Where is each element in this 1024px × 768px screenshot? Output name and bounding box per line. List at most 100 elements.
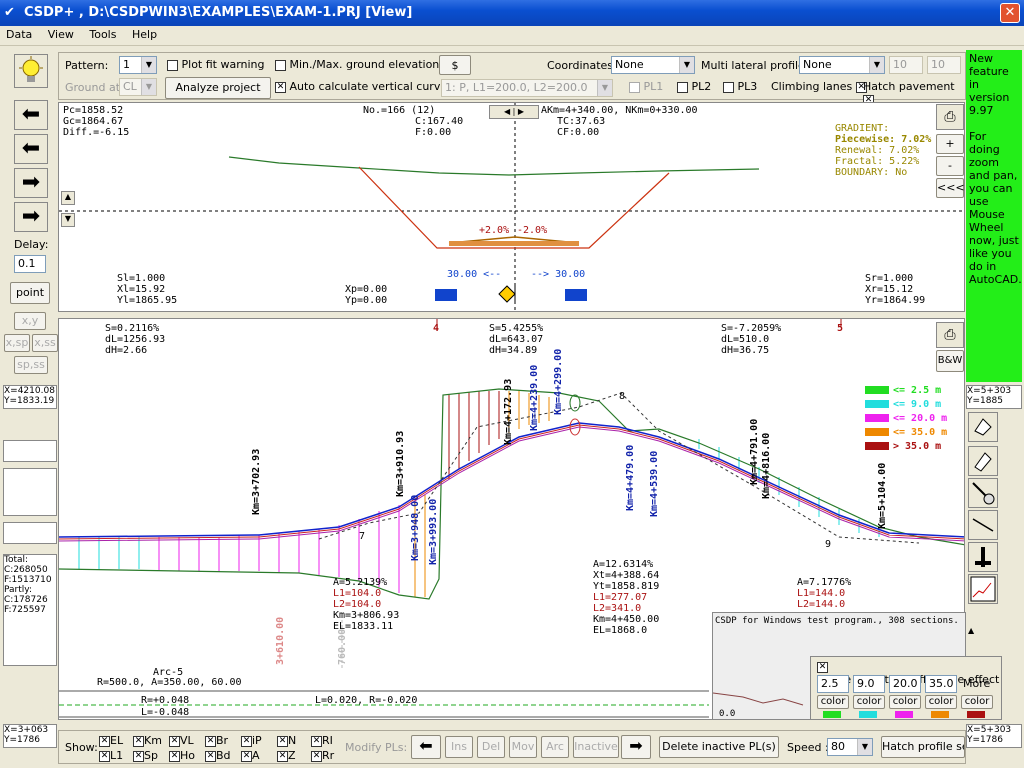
station-label: Km=3+702.93	[251, 448, 262, 515]
scroll-up-arrow[interactable]: ▲	[968, 626, 980, 640]
threshold-1-input[interactable]: 2.5	[817, 675, 849, 693]
prev-section-button[interactable]: ⬅	[14, 134, 48, 164]
menu-tools[interactable]: Tools	[83, 26, 122, 43]
show-rr-checkbox[interactable]: ✕ Rr	[311, 749, 334, 762]
next-pl-button[interactable]: ➡	[621, 735, 651, 759]
delay-input[interactable]: 0.1	[14, 255, 46, 273]
cross-section-view[interactable]: Pc=1858.52 Gc=1864.67 Diff.=-6.15 No.=16…	[58, 102, 965, 312]
slope-left-text: +2.0%	[479, 225, 510, 236]
menu-view[interactable]: View	[42, 26, 80, 43]
show-br-checkbox[interactable]: ✕ Br	[205, 734, 228, 747]
analyze-project-button[interactable]: Analyze project	[165, 77, 271, 99]
color-4-button[interactable]: color	[925, 695, 957, 709]
multi-lateral-select[interactable]: None ▼	[799, 56, 885, 74]
seg3-dh: dH=36.75	[721, 345, 770, 356]
profile-formula-select[interactable]: 1: P, L1=200.0, L2=200.0 ▼	[441, 79, 613, 97]
show-z-checkbox[interactable]: ✕ Z	[277, 749, 296, 762]
show-el-checkbox[interactable]: ✕ EL	[99, 734, 123, 747]
show-l1-checkbox[interactable]: ✕ L1	[99, 749, 123, 762]
coordinates-select[interactable]: None ▼	[611, 56, 695, 74]
dollar-button[interactable]: $	[439, 55, 471, 75]
delete-inactive-button[interactable]: Delete inactive PL(s)	[659, 736, 779, 758]
tool-graph-button[interactable]	[968, 574, 998, 604]
menu-data[interactable]: Data	[0, 26, 38, 43]
tips-button[interactable]	[14, 54, 48, 88]
threshold-2-input[interactable]: 9.0	[853, 675, 885, 693]
graph-icon	[970, 576, 996, 602]
bw-button[interactable]: B&W	[936, 350, 964, 372]
print-cross-button[interactable]: ⎙	[936, 104, 964, 130]
zoom-reset-button[interactable]: <<<	[936, 178, 965, 198]
climbing-lanes-checkbox[interactable]: Climbing lanes ✕	[771, 80, 867, 93]
last-section-button[interactable]: ➡	[14, 202, 48, 232]
minmax-checkbox[interactable]: Min./Max. ground elevations	[275, 58, 445, 71]
menu-help[interactable]: Help	[126, 26, 163, 43]
diff-text: Diff.=-6.15	[63, 127, 130, 138]
pl3-checkbox[interactable]: PL3	[723, 80, 757, 93]
delete-pl-button[interactable]: Del	[477, 736, 505, 758]
show-km-checkbox[interactable]: ✕ Km	[133, 734, 162, 747]
show-vl-checkbox[interactable]: ✕ VL	[169, 734, 194, 747]
hatch-profile-button[interactable]: Hatch profile set	[881, 736, 965, 758]
arc-pl-button[interactable]: Arc	[541, 736, 569, 758]
xsp-button[interactable]: x,sp	[4, 334, 30, 352]
scroll-down-button[interactable]: ▼	[61, 213, 75, 227]
spss-button[interactable]: sp,ss	[14, 356, 48, 374]
cf-text: CF:0.00	[557, 127, 600, 138]
move-pl-button[interactable]: Mov	[509, 736, 537, 758]
prev-pl-button[interactable]: ⬅	[411, 735, 441, 759]
show-n-checkbox[interactable]: ✕ N	[277, 734, 296, 747]
color-5-button[interactable]: color	[961, 695, 993, 709]
inactive-pl-button[interactable]: Inactive	[573, 736, 619, 758]
scroll-up-button[interactable]: ▲	[61, 191, 75, 205]
xy-button[interactable]: x,y	[14, 312, 46, 330]
speed-select[interactable]: 80 ▼	[827, 738, 873, 756]
ground-select[interactable]: CL ▼	[119, 78, 157, 96]
show-ho-checkbox[interactable]: ✕ Ho	[169, 749, 195, 762]
close-button[interactable]: ✕	[1000, 3, 1020, 23]
next-section-button[interactable]: ➡	[14, 168, 48, 198]
multi-b-input[interactable]: 10	[927, 56, 961, 74]
multi-a-input[interactable]: 10	[889, 56, 923, 74]
modify-pls-label: Modify PLs:	[345, 741, 408, 754]
tool-line-button[interactable]	[968, 510, 998, 540]
auto-calc-checkbox[interactable]: ✕ Auto calculate vertical curves	[275, 80, 453, 93]
vc3-a: A=7.1776%	[797, 577, 852, 588]
show-ip-checkbox[interactable]: ✕ iP	[241, 734, 262, 747]
pl1-checkbox[interactable]: PL1	[629, 80, 663, 93]
pattern-select[interactable]: 1 ▼	[119, 56, 157, 74]
color-3-button[interactable]: color	[889, 695, 921, 709]
minmax-label: Min./Max. ground elevations	[289, 58, 446, 71]
more-link[interactable]: More	[963, 677, 990, 690]
threshold-3-input[interactable]: 20.0	[889, 675, 921, 693]
section-scroll[interactable]: ◀ | ▶	[489, 105, 539, 119]
pl2-checkbox[interactable]: PL2	[677, 80, 711, 93]
xp-text: Xp=0.00	[345, 284, 388, 295]
print-profile-button[interactable]: ⎙	[936, 322, 964, 348]
show-sp-checkbox[interactable]: ✕ Sp	[133, 749, 158, 762]
color-2-button[interactable]: color	[853, 695, 885, 709]
point-button[interactable]: point	[10, 282, 50, 304]
show-bd-checkbox[interactable]: ✕ Bd	[205, 749, 231, 762]
xss-button[interactable]: x,ss	[32, 334, 58, 352]
width-left-text: 30.00 <--	[447, 269, 502, 280]
xl-text: Xl=15.92	[117, 284, 166, 295]
show-a-checkbox[interactable]: ✕ A	[241, 749, 260, 762]
speed-value: 80	[831, 740, 845, 753]
zoom-out-button[interactable]: -	[936, 156, 964, 176]
zoom-in-button[interactable]: +	[936, 134, 964, 154]
gc-text: Gc=1864.67	[63, 116, 124, 127]
threshold-4-input[interactable]: 35.0	[925, 675, 957, 693]
tool-drag-button[interactable]	[968, 478, 998, 508]
show-ri-checkbox[interactable]: ✕ RI	[311, 734, 333, 747]
first-section-button[interactable]: ⬅	[14, 100, 48, 130]
pl3-label: PL3	[737, 80, 758, 93]
color-1-button[interactable]: color	[817, 695, 849, 709]
arc-params: R=500.0, A=350.00, 60.00	[97, 677, 242, 688]
plot-fit-checkbox[interactable]: Plot fit warning	[167, 58, 265, 71]
insert-pl-button[interactable]: Ins	[445, 736, 473, 758]
tool-edit2-button[interactable]	[968, 446, 998, 476]
tool-profile-button[interactable]	[968, 542, 998, 572]
tool-edit-button[interactable]	[968, 412, 998, 442]
chevron-down-icon: ▼	[869, 57, 884, 73]
